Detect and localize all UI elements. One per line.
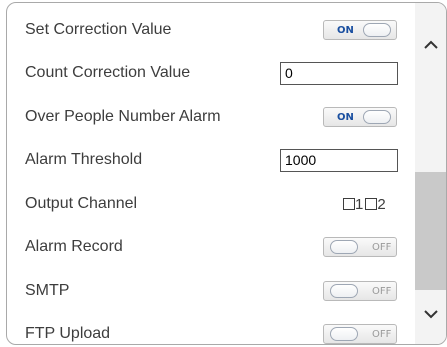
count-correction-input[interactable]: 0 — [280, 61, 398, 85]
smtp-toggle[interactable]: OFF — [323, 281, 397, 301]
channel-2-checkbox[interactable] — [365, 198, 378, 210]
setting-row-set-correction: Set Correction Value ON — [7, 9, 415, 51]
setting-row-count-correction: Count Correction Value 0 — [7, 52, 415, 94]
settings-list: Set Correction Value ON Count Correction… — [7, 3, 415, 344]
scroll-up-button[interactable] — [415, 25, 446, 65]
set-correction-label: Set Correction Value — [25, 21, 172, 38]
scroll-thumb[interactable] — [415, 172, 446, 290]
chevron-up-icon — [423, 40, 438, 49]
ftp-upload-label: FTP Upload — [25, 325, 111, 342]
over-people-alarm-label: Over People Number Alarm — [25, 108, 221, 125]
set-correction-toggle[interactable]: ON — [323, 20, 397, 40]
alarm-threshold-input[interactable]: 1000 — [280, 148, 398, 172]
toggle-knob — [330, 284, 358, 298]
toggle-state-text: OFF — [372, 242, 392, 253]
over-people-alarm-toggle[interactable]: ON — [323, 107, 397, 127]
alarm-record-label: Alarm Record — [25, 238, 123, 255]
count-correction-label: Count Correction Value — [25, 64, 191, 81]
toggle-state-text: OFF — [372, 329, 392, 340]
scroll-down-button[interactable] — [415, 294, 446, 334]
setting-row-output-channel: Output Channel 1 2 — [7, 183, 415, 225]
chevron-down-icon — [423, 310, 438, 319]
channel-2-label: 2 — [377, 195, 386, 213]
output-channel-label: Output Channel — [25, 195, 138, 212]
toggle-state-text: OFF — [372, 286, 392, 297]
setting-row-ftp-upload: FTP Upload OFF — [7, 313, 415, 344]
toggle-state-text: ON — [337, 25, 354, 36]
toggle-state-text: ON — [337, 112, 354, 123]
channel-1-label: 1 — [355, 195, 364, 213]
setting-row-smtp: SMTP OFF — [7, 270, 415, 312]
vertical-scrollbar[interactable] — [415, 3, 446, 344]
toggle-knob — [363, 110, 391, 124]
toggle-knob — [330, 327, 358, 341]
output-channel-options: 1 2 — [343, 196, 386, 213]
settings-panel: Set Correction Value ON Count Correction… — [6, 2, 447, 345]
channel-1-checkbox[interactable] — [343, 198, 355, 210]
alarm-threshold-label: Alarm Threshold — [25, 151, 143, 168]
alarm-record-toggle[interactable]: OFF — [323, 237, 397, 257]
setting-row-alarm-threshold: Alarm Threshold 1000 — [7, 139, 415, 181]
toggle-knob — [363, 23, 391, 37]
setting-row-alarm-record: Alarm Record OFF — [7, 226, 415, 268]
setting-row-over-people-alarm: Over People Number Alarm ON — [7, 96, 415, 138]
ftp-upload-toggle[interactable]: OFF — [323, 324, 397, 344]
smtp-label: SMTP — [25, 282, 70, 299]
toggle-knob — [330, 240, 358, 254]
